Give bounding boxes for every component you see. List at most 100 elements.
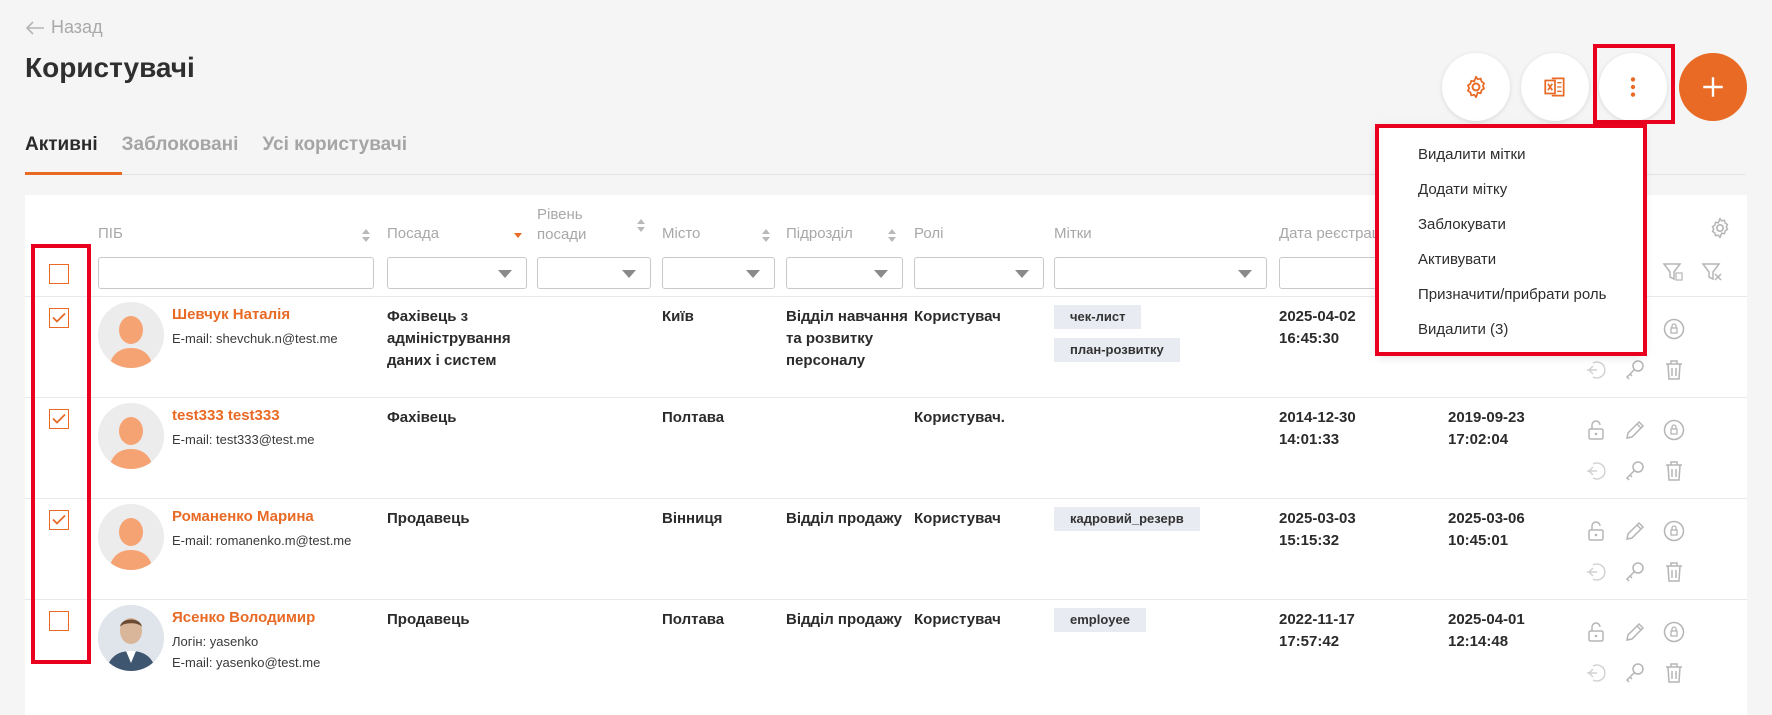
user-profile-lock-button[interactable] — [1662, 418, 1686, 442]
column-header-level[interactable]: Рівень посади — [537, 205, 586, 245]
user-department: Відділ продажу — [786, 510, 902, 527]
column-header-level-line1: Рівень — [537, 206, 583, 223]
trash-icon — [1666, 461, 1682, 481]
reg-date-filter-input[interactable] — [1279, 257, 1389, 289]
column-header-roles[interactable]: Ролі — [914, 224, 943, 244]
login-as-button[interactable] — [1584, 459, 1608, 483]
reset-password-button[interactable] — [1623, 459, 1647, 483]
apply-filter-button[interactable] — [1661, 260, 1685, 284]
avatar — [98, 302, 164, 368]
login-arrow-icon — [1587, 664, 1606, 682]
reset-password-button[interactable] — [1623, 358, 1647, 382]
name-filter-input[interactable] — [98, 257, 377, 290]
delete-user-button[interactable] — [1662, 459, 1686, 483]
sort-name-icon[interactable] — [362, 229, 370, 243]
tags-filter-select[interactable] — [1054, 257, 1267, 289]
sort-city-icon[interactable] — [762, 229, 770, 243]
add-user-button[interactable] — [1679, 53, 1747, 121]
user-email: E-mail: romanenko.m@test.me — [172, 533, 352, 548]
user-lock-icon — [1663, 318, 1685, 340]
excel-icon — [1544, 77, 1565, 97]
column-header-level-line2: посади — [537, 226, 587, 243]
tab-all-users[interactable]: Усі користувачі — [262, 120, 407, 174]
key-icon — [1625, 360, 1644, 380]
sort-level-icon[interactable] — [637, 219, 645, 233]
name-filter-text[interactable] — [99, 258, 377, 290]
user-last-date: 2019-09-23 — [1448, 409, 1525, 426]
login-as-button[interactable] — [1584, 560, 1608, 584]
user-position-line: даних і систем — [387, 352, 497, 369]
user-lock-icon — [1663, 621, 1685, 643]
block-user-button[interactable] — [1584, 620, 1608, 644]
login-as-button[interactable] — [1584, 358, 1608, 382]
position-filter-select[interactable] — [387, 257, 527, 289]
user-role: Користувач — [914, 308, 1001, 325]
delete-user-button[interactable] — [1662, 358, 1686, 382]
user-role: Користувач — [914, 510, 1001, 527]
roles-filter-select[interactable] — [914, 257, 1044, 289]
column-header-tags[interactable]: Мітки — [1054, 224, 1092, 244]
unlock-icon — [1588, 420, 1604, 440]
department-filter-select[interactable] — [786, 257, 903, 289]
user-city: Полтава — [662, 611, 725, 628]
column-header-department[interactable]: Підрозділ — [786, 224, 853, 244]
edit-user-button[interactable] — [1623, 418, 1647, 442]
delete-user-button[interactable] — [1662, 661, 1686, 685]
block-user-button[interactable] — [1584, 519, 1608, 543]
export-excel-button[interactable] — [1521, 53, 1589, 121]
reset-password-button[interactable] — [1623, 661, 1647, 685]
user-name-link[interactable]: Ясенко Володимир — [172, 609, 315, 626]
user-name-link[interactable]: Романенко Марина — [172, 508, 314, 525]
user-email: E-mail: yasenko@test.me — [172, 655, 321, 670]
user-email: E-mail: test333@test.me — [172, 432, 315, 447]
back-link[interactable]: Назад — [25, 17, 103, 38]
user-reg-date: 2025-04-02 — [1279, 308, 1356, 325]
table-settings-button[interactable] — [1708, 216, 1732, 240]
filter-icon — [1662, 263, 1683, 281]
user-position-line: Фахівець з — [387, 308, 469, 325]
sort-position-desc-icon[interactable] — [514, 229, 522, 243]
clear-filter-button[interactable] — [1700, 260, 1724, 284]
unlock-icon — [1588, 521, 1604, 541]
user-profile-lock-button[interactable] — [1662, 519, 1686, 543]
tab-active[interactable]: Активні — [25, 120, 122, 175]
page-title: Користувачі — [25, 52, 195, 83]
block-user-button[interactable] — [1584, 418, 1608, 442]
user-reg-date: 2014-12-30 — [1279, 409, 1356, 426]
settings-button[interactable] — [1442, 53, 1510, 121]
user-last-login: 2025-04-01 12:14:48 — [1448, 609, 1525, 653]
login-as-button[interactable] — [1584, 661, 1608, 685]
edit-user-button[interactable] — [1623, 519, 1647, 543]
user-last-date: 2025-04-01 — [1448, 611, 1525, 628]
table-row: Ясенко Володимир Логін: yasenko E-mail: … — [25, 599, 1747, 701]
sort-department-icon[interactable] — [888, 229, 896, 243]
column-header-name[interactable]: ПІБ — [98, 224, 123, 244]
user-last-login: 2025-03-06 10:45:01 — [1448, 508, 1525, 552]
key-icon — [1625, 663, 1644, 683]
user-position-line: адміністрування — [387, 330, 511, 347]
pencil-icon — [1626, 420, 1645, 439]
user-reg-datetime: 2014-12-30 14:01:33 — [1279, 407, 1356, 451]
reset-password-button[interactable] — [1623, 560, 1647, 584]
city-filter-select[interactable] — [662, 257, 775, 289]
user-name-link[interactable]: test333 test333 — [172, 407, 280, 424]
edit-user-button[interactable] — [1623, 620, 1647, 644]
gear-icon — [1467, 75, 1485, 99]
user-profile-lock-button[interactable] — [1662, 317, 1686, 341]
tab-blocked[interactable]: Заблоковані — [122, 120, 239, 174]
avatar — [98, 403, 164, 469]
trash-icon — [1666, 562, 1682, 582]
user-position: Продавець — [387, 510, 470, 527]
unlock-icon — [1588, 622, 1604, 642]
level-filter-select[interactable] — [537, 257, 651, 289]
user-profile-lock-button[interactable] — [1662, 620, 1686, 644]
user-city: Київ — [662, 308, 694, 325]
delete-user-button[interactable] — [1662, 560, 1686, 584]
user-name-link[interactable]: Шевчук Наталія — [172, 306, 290, 323]
arrow-left-icon — [25, 20, 44, 35]
column-header-city[interactable]: Місто — [662, 224, 700, 244]
column-header-position[interactable]: Посада — [387, 224, 439, 244]
column-header-reg-date[interactable]: Дата реєстрац — [1279, 224, 1380, 244]
avatar — [98, 504, 164, 570]
tag-badge: employee — [1054, 608, 1146, 632]
